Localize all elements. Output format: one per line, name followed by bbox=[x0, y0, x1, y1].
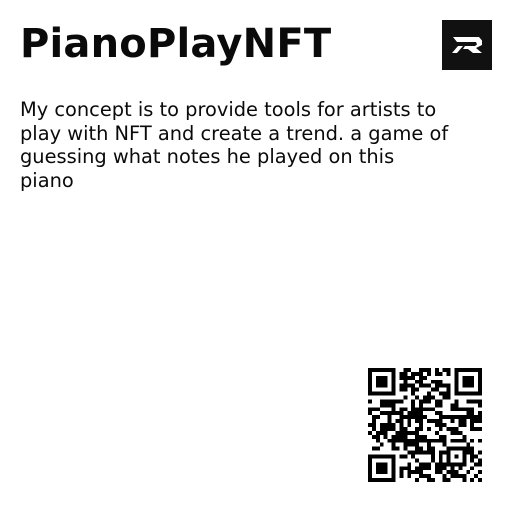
brand-logo-mark bbox=[452, 37, 482, 53]
qr-code[interactable] bbox=[368, 368, 482, 482]
project-card: PianoPlayNFT My concept is to provide to… bbox=[0, 0, 512, 512]
project-title: PianoPlayNFT bbox=[20, 21, 332, 67]
project-description: My concept is to provide tools for artis… bbox=[20, 98, 449, 192]
qr-code-graphic bbox=[368, 368, 482, 482]
brand-logo-icon[interactable] bbox=[442, 20, 492, 70]
